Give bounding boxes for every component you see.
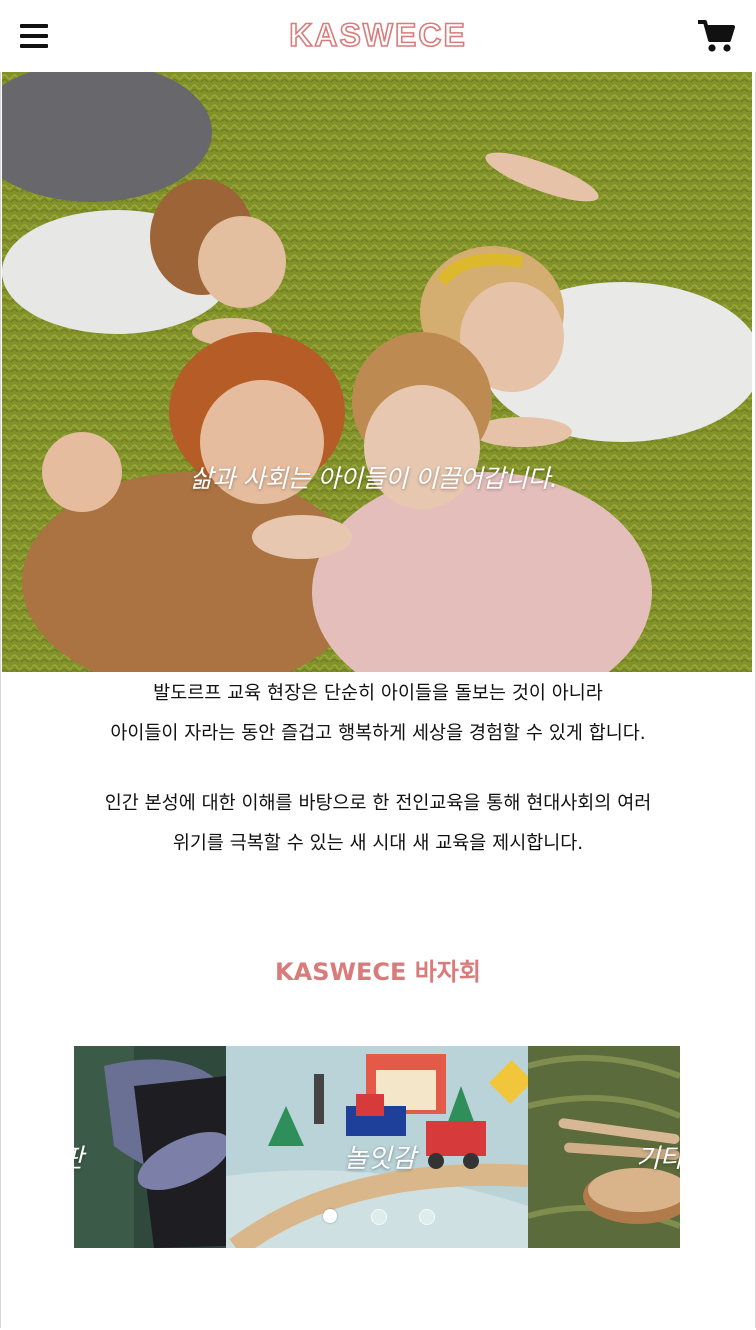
intro-line: 인간 본성에 대한 이해를 바탕으로 한 전인교육을 통해 현대사회의 여러 — [104, 793, 652, 814]
site-logo[interactable]: KASWECE — [0, 14, 756, 56]
shopping-cart-icon[interactable] — [696, 18, 736, 54]
intro-text: 발도르프 교육 현장은 단순히 아이들을 돌보는 것이 아니라 아이들이 자라는… — [0, 674, 756, 864]
slide-label: 기타 — [636, 1144, 680, 1174]
intro-line: 위기를 극복할 수 있는 새 시대 새 교육을 제시합니다. — [172, 833, 584, 854]
hero-banner: 삶과 사회는 아이들이 이끌어갑니다. — [2, 72, 752, 672]
intro-line: 발도르프 교육 현장은 단순히 아이들을 돌보는 것이 아니라 — [153, 683, 603, 704]
bazaar-section-title: KASWECE 바자회 — [275, 958, 481, 986]
carousel-pagination — [0, 1207, 756, 1225]
carousel-dot-3[interactable] — [419, 1209, 435, 1225]
top-header: KASWECE — [0, 0, 756, 72]
slide-label: 판 — [74, 1142, 84, 1176]
hero-image — [2, 72, 752, 672]
hero-caption: 삶과 사회는 아이들이 이끌어갑니다. — [190, 464, 558, 493]
slide-label: 놀잇감 — [344, 1144, 416, 1174]
carousel-dot-2[interactable] — [371, 1209, 387, 1225]
intro-line: 아이들이 자라는 동안 즐겁고 행복하게 세상을 경험할 수 있게 합니다. — [110, 723, 646, 744]
carousel-dot-1[interactable] — [323, 1209, 337, 1223]
